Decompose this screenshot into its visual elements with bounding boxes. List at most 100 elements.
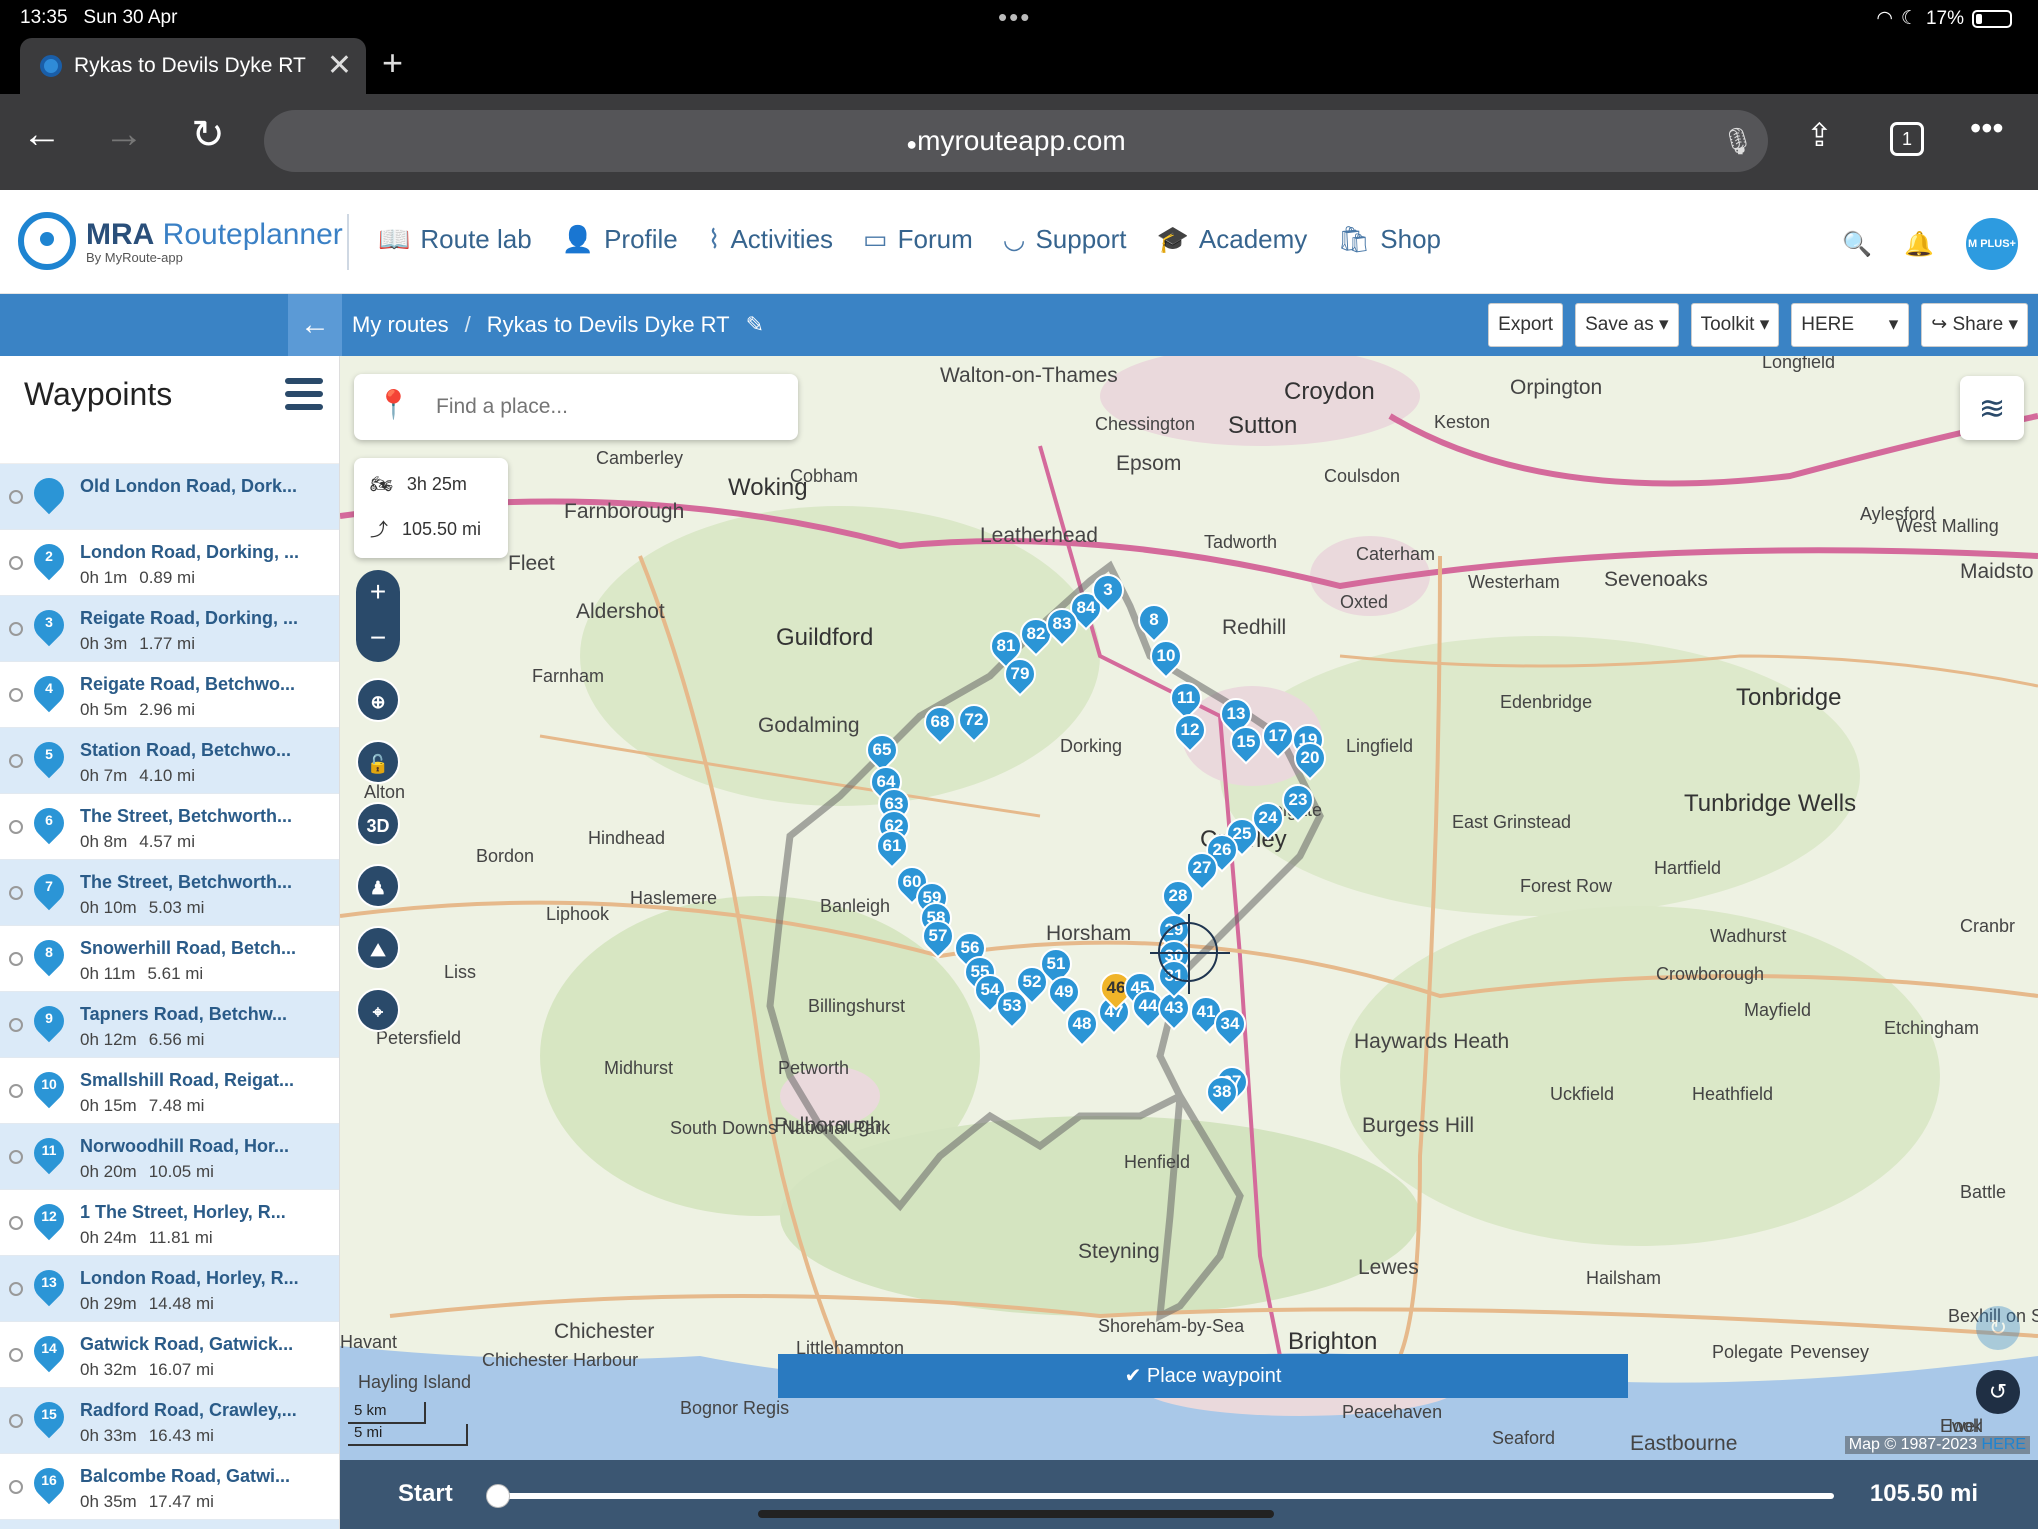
locate-icon[interactable]: ⌖ [356,988,400,1032]
route-waypoint-marker[interactable]: 20 [1287,735,1333,781]
elevation-chart-icon[interactable]: ⛰ [356,926,400,970]
route-waypoint-marker[interactable]: 8 [1131,597,1177,643]
progress-knob[interactable] [486,1484,510,1508]
waypoint-item[interactable]: 6 The Street, Betchworth... 0h 8m 4.57 mi [0,794,339,860]
zoom-out-button[interactable]: − [356,616,400,662]
place-waypoint-button[interactable]: ✔ Place waypoint [778,1354,1628,1398]
browser-tab[interactable]: Rykas to Devils Dyke RT ✕ [20,38,366,94]
close-tab-icon[interactable]: ✕ [327,48,352,83]
nav-support[interactable]: ◡ Support [1003,224,1127,255]
waypoint-radio[interactable] [9,1348,23,1362]
search-icon[interactable]: 🔍 [1842,230,1872,259]
waypoint-item[interactable]: 3 Reigate Road, Dorking, ... 0h 3m 1.77 mi [0,596,339,662]
waypoint-item[interactable]: 9 Tapners Road, Betchw... 0h 12m 6.56 mi [0,992,339,1058]
route-waypoint-marker[interactable]: 23 [1275,777,1321,823]
route-waypoint-marker[interactable]: 83 [1039,601,1085,647]
waypoint-item[interactable]: 11 Norwoodhill Road, Hor... 0h 20m 10.05 mi [0,1124,339,1190]
bell-icon[interactable]: 🔔 [1904,230,1934,259]
back-arrow-icon[interactable]: ← [12,112,72,157]
place-search[interactable]: 📍 [354,374,798,440]
waypoint-item[interactable]: 5 Station Road, Betchwo... 0h 7m 4.10 mi [0,728,339,794]
route-waypoint-marker[interactable]: 57 [915,913,961,959]
route-waypoint-marker[interactable]: 72 [951,697,997,743]
waypoint-item[interactable]: 16 Balcombe Road, Gatwi... 0h 35m 17.47 mi [0,1454,339,1520]
tab-count-button[interactable]: 1 [1890,122,1924,156]
route-waypoint-marker[interactable]: 38 [1199,1069,1245,1115]
waypoint-item[interactable]: 15 Radford Road, Crawley,... 0h 33m 16.43 m… [0,1388,339,1454]
waypoint-item[interactable]: 13 London Road, Horley, R... 0h 29m 14.48 m… [0,1256,339,1322]
here-link[interactable]: HERE [1982,1436,2026,1453]
new-tab-icon[interactable]: + [382,42,403,84]
waypoint-radio[interactable] [9,1480,23,1494]
waypoint-radio[interactable] [9,754,23,768]
waypoint-radio[interactable] [9,886,23,900]
3d-toggle-button[interactable]: 3D [356,802,400,846]
route-waypoint-marker[interactable]: 10 [1143,633,1189,679]
logo[interactable]: MRA Routeplanner By MyRoute-app [18,212,343,270]
waypoint-item[interactable]: Antlands Lane, Horley... [0,1520,339,1529]
waypoint-item[interactable]: 7 The Street, Betchworth... 0h 10m 5.03 mi [0,860,339,926]
waypoint-radio[interactable] [9,556,23,570]
waypoint-item[interactable]: 12 1 The Street, Horley, R... 0h 24m 11.81 … [0,1190,339,1256]
nav-activities[interactable]: ⌇ Activities [708,224,833,255]
route-waypoint-marker[interactable]: 3 [1085,567,1131,613]
nav-forum[interactable]: ▭ Forum [863,224,973,255]
share-icon[interactable]: ⇪ [1806,116,1833,154]
zoom-in-button[interactable]: + [356,570,400,616]
nav-academy[interactable]: 🎓 Academy [1157,224,1308,255]
home-indicator[interactable] [758,1510,1274,1518]
waypoint-radio[interactable] [9,490,23,504]
collapse-arrow-icon[interactable]: ← [288,294,342,356]
more-icon[interactable]: ••• [1970,110,2004,147]
route-waypoint-marker[interactable]: 79 [997,651,1043,697]
route-waypoint-marker[interactable]: 28 [1155,873,1201,919]
route-waypoint-marker[interactable]: 17 [1255,713,1301,759]
waypoint-radio[interactable] [9,1414,23,1428]
search-input[interactable] [436,390,776,424]
waypoint-radio[interactable] [9,1216,23,1230]
avatar[interactable]: M PLUS+ [1966,218,2018,270]
address-bar[interactable]: ●myrouteapp.com 🎙 [264,110,1768,172]
menu-icon[interactable] [285,378,323,417]
share-button[interactable]: ↪ Share ▾ [1921,303,2028,347]
waypoint-radio[interactable] [9,1150,23,1164]
waypoint-radio[interactable] [9,1018,23,1032]
forward-arrow-icon[interactable]: → [94,112,154,157]
waypoint-item[interactable]: Old London Road, Dork... [0,464,339,530]
pegman-icon[interactable]: ♟ [356,864,400,908]
map-canvas[interactable]: Walton-on-Thames Croydon Orpington Longfiel… [340,356,2038,1460]
progress-track[interactable] [500,1493,1834,1499]
route-waypoint-marker[interactable]: 34 [1207,1001,1253,1047]
map-provider-select[interactable]: HERE ▾ [1791,303,1910,347]
route-waypoint-marker[interactable]: 48 [1059,1001,1105,1047]
nav-profile[interactable]: 👤 Profile [562,224,678,255]
reload-icon[interactable]: ↻ [178,112,238,158]
waypoint-item[interactable]: 8 Snowerhill Road, Betch... 0h 11m 5.61 mi [0,926,339,992]
nav-route-lab[interactable]: 📖 Route lab [378,224,532,255]
edit-icon[interactable]: ✎ [746,312,764,338]
waypoint-radio[interactable] [9,688,23,702]
toolkit-button[interactable]: Toolkit ▾ [1690,303,1780,347]
save-as-button[interactable]: Save as ▾ [1575,303,1679,347]
multitask-dots-icon[interactable]: ••• [998,2,1031,33]
waypoint-radio[interactable] [9,1282,23,1296]
route-waypoint-marker[interactable]: 12 [1167,707,1213,753]
nav-shop[interactable]: 🛍 Shop [1337,224,1441,255]
microphone-icon[interactable]: 🎙 [1721,110,1754,172]
waypoint-item[interactable]: 10 Smallshill Road, Reigat... 0h 15m 7.48 m… [0,1058,339,1124]
waypoint-radio[interactable] [9,622,23,636]
undo-icon[interactable]: ↺ [1976,1370,2020,1414]
layers-icon[interactable]: ≋ [1960,376,2024,440]
waypoint-item[interactable]: 2 London Road, Dorking, ... 0h 1m 0.89 mi [0,530,339,596]
waypoint-item[interactable]: 14 Gatwick Road, Gatwick... 0h 32m 16.07 mi [0,1322,339,1388]
waypoint-radio[interactable] [9,820,23,834]
waypoint-item[interactable]: 4 Reigate Road, Betchwo... 0h 5m 2.96 mi [0,662,339,728]
add-location-icon[interactable]: ⊕ [356,678,400,722]
waypoint-radio[interactable] [9,952,23,966]
redo-icon[interactable]: ↻ [1976,1306,2020,1350]
waypoint-radio[interactable] [9,1084,23,1098]
route-waypoint-marker[interactable]: 68 [917,699,963,745]
unlock-icon[interactable]: 🔓 [356,740,400,784]
route-waypoint-marker[interactable]: 15 [1223,719,1269,765]
route-waypoint-marker[interactable]: 61 [869,823,915,869]
